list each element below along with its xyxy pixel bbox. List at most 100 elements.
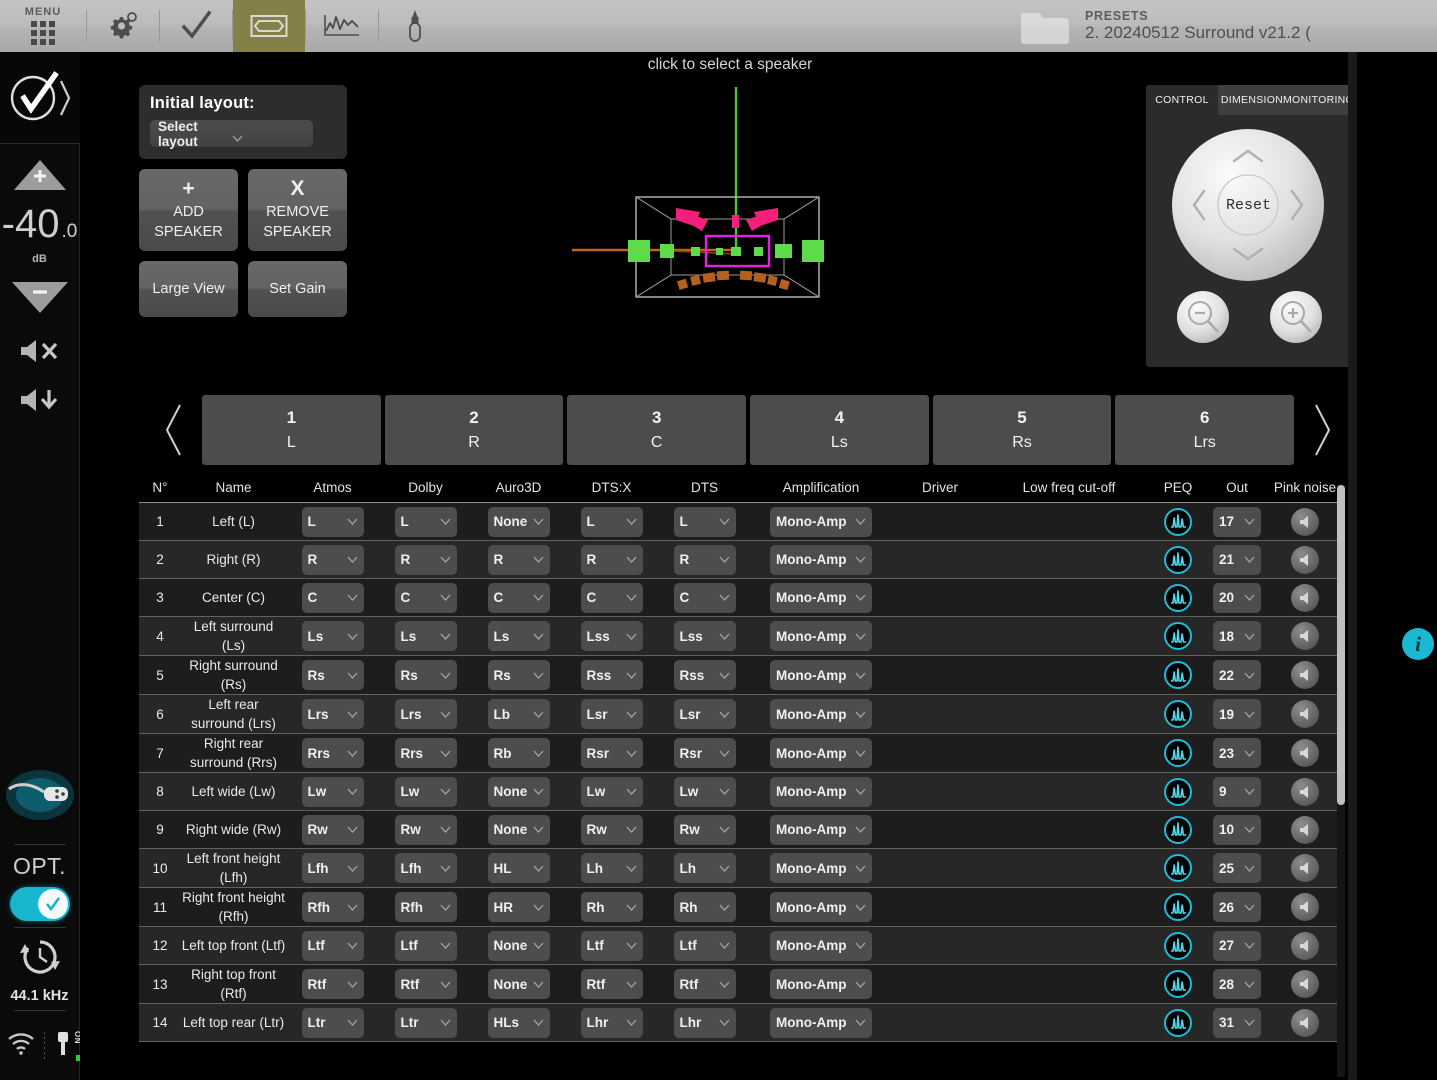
pink-noise-button[interactable] xyxy=(1291,932,1319,960)
amplification-dropdown[interactable]: Mono-Amp xyxy=(770,853,872,883)
layout-select[interactable]: Select layout xyxy=(150,120,313,147)
atmos-dropdown[interactable]: Lrs xyxy=(302,699,364,729)
dtsx-dropdown[interactable]: Lh xyxy=(581,853,643,883)
volume-down-button[interactable] xyxy=(10,279,70,320)
set-gain-button[interactable]: Set Gain xyxy=(248,261,347,317)
tab-settings[interactable] xyxy=(87,0,159,52)
peq-button[interactable] xyxy=(1164,970,1192,998)
auro3d-dropdown[interactable]: HR xyxy=(488,892,550,922)
peq-button[interactable] xyxy=(1164,1009,1192,1037)
dolby-dropdown[interactable]: Rtf xyxy=(395,969,457,999)
out-dropdown[interactable]: 17 xyxy=(1213,507,1261,537)
dtsx-dropdown[interactable]: Lhr xyxy=(581,1008,643,1038)
atmos-dropdown[interactable]: Ls xyxy=(302,621,364,651)
pink-noise-button[interactable] xyxy=(1291,854,1319,882)
dtsx-dropdown[interactable]: L xyxy=(581,507,643,537)
menu-button[interactable]: MENU xyxy=(0,0,86,52)
channel-tab-6[interactable]: 6 Lrs xyxy=(1115,395,1294,465)
dolby-dropdown[interactable]: Lfh xyxy=(395,853,457,883)
auro3d-dropdown[interactable]: None xyxy=(488,507,550,537)
peq-button[interactable] xyxy=(1164,854,1192,882)
dolby-dropdown[interactable]: L xyxy=(395,507,457,537)
zoom-out-button[interactable] xyxy=(1176,290,1230,344)
tab-room[interactable] xyxy=(233,0,305,52)
pink-noise-button[interactable] xyxy=(1291,508,1319,536)
auro3d-dropdown[interactable]: C xyxy=(488,583,550,613)
dolby-dropdown[interactable]: Rs xyxy=(395,660,457,690)
out-dropdown[interactable]: 21 xyxy=(1213,545,1261,575)
pink-noise-button[interactable] xyxy=(1291,622,1319,650)
peq-button[interactable] xyxy=(1164,932,1192,960)
volume-up-button[interactable] xyxy=(12,158,68,197)
dolby-dropdown[interactable]: Rrs xyxy=(395,738,457,768)
dts-dropdown[interactable]: Lw xyxy=(674,777,736,807)
amplification-dropdown[interactable]: Mono-Amp xyxy=(770,738,872,768)
atmos-dropdown[interactable]: Rtf xyxy=(302,969,364,999)
amplification-dropdown[interactable]: Mono-Amp xyxy=(770,507,872,537)
dolby-dropdown[interactable]: R xyxy=(395,545,457,575)
auro3d-dropdown[interactable]: Rb xyxy=(488,738,550,768)
atmos-dropdown[interactable]: Ltr xyxy=(302,1008,364,1038)
dtsx-dropdown[interactable]: C xyxy=(581,583,643,613)
channel-tab-5[interactable]: 5 Rs xyxy=(933,395,1112,465)
dtsx-dropdown[interactable]: Rtf xyxy=(581,969,643,999)
peq-button[interactable] xyxy=(1164,816,1192,844)
pink-noise-button[interactable] xyxy=(1291,739,1319,767)
dts-dropdown[interactable]: Rh xyxy=(674,892,736,922)
tab-monitoring[interactable]: MONITORING xyxy=(1286,85,1351,115)
peq-button[interactable] xyxy=(1164,700,1192,728)
out-dropdown[interactable]: 19 xyxy=(1213,699,1261,729)
info-button[interactable]: i xyxy=(1402,628,1434,660)
auro3d-dropdown[interactable]: Lb xyxy=(488,699,550,729)
peq-button[interactable] xyxy=(1164,508,1192,536)
atmos-dropdown[interactable]: C xyxy=(302,583,364,613)
amplification-dropdown[interactable]: Mono-Amp xyxy=(770,969,872,999)
amplification-dropdown[interactable]: Mono-Amp xyxy=(770,1008,872,1038)
prev-channels-button[interactable] xyxy=(148,394,200,466)
auro3d-dropdown[interactable]: HL xyxy=(488,853,550,883)
dts-dropdown[interactable]: C xyxy=(674,583,736,613)
out-dropdown[interactable]: 25 xyxy=(1213,853,1261,883)
atmos-dropdown[interactable]: Lw xyxy=(302,777,364,807)
pink-noise-button[interactable] xyxy=(1291,584,1319,612)
pink-noise-button[interactable] xyxy=(1291,778,1319,806)
next-channels-button[interactable] xyxy=(1296,394,1348,466)
out-dropdown[interactable]: 20 xyxy=(1213,583,1261,613)
channel-tab-2[interactable]: 2 R xyxy=(385,395,564,465)
auro3d-dropdown[interactable]: None xyxy=(488,931,550,961)
xlr-input-icon[interactable] xyxy=(3,758,77,832)
out-dropdown[interactable]: 27 xyxy=(1213,931,1261,961)
dolby-dropdown[interactable]: Rw xyxy=(395,815,457,845)
out-dropdown[interactable]: 23 xyxy=(1213,738,1261,768)
pink-noise-button[interactable] xyxy=(1291,970,1319,998)
out-dropdown[interactable]: 31 xyxy=(1213,1008,1261,1038)
dts-dropdown[interactable]: Rsr xyxy=(674,738,736,768)
dtsx-dropdown[interactable]: Lsr xyxy=(581,699,643,729)
peq-button[interactable] xyxy=(1164,661,1192,689)
peq-button[interactable] xyxy=(1164,893,1192,921)
dts-dropdown[interactable]: R xyxy=(674,545,736,575)
atmos-dropdown[interactable]: Ltf xyxy=(302,931,364,961)
auro3d-dropdown[interactable]: HLs xyxy=(488,1008,550,1038)
dolby-dropdown[interactable]: Lrs xyxy=(395,699,457,729)
auro3d-dropdown[interactable]: None xyxy=(488,969,550,999)
tab-check[interactable] xyxy=(160,0,232,52)
auro3d-dropdown[interactable]: Ls xyxy=(488,621,550,651)
atmos-dropdown[interactable]: Rs xyxy=(302,660,364,690)
atmos-dropdown[interactable]: L xyxy=(302,507,364,537)
auro3d-dropdown[interactable]: Rs xyxy=(488,660,550,690)
peq-button[interactable] xyxy=(1164,778,1192,806)
out-dropdown[interactable]: 10 xyxy=(1213,815,1261,845)
amplification-dropdown[interactable]: Mono-Amp xyxy=(770,931,872,961)
dts-dropdown[interactable]: Lss xyxy=(674,621,736,651)
dolby-dropdown[interactable]: Lw xyxy=(395,777,457,807)
large-view-button[interactable]: Large View xyxy=(139,261,238,317)
speaker-room-view[interactable] xyxy=(570,77,900,307)
amplification-dropdown[interactable]: Mono-Amp xyxy=(770,815,872,845)
channel-tab-4[interactable]: 4 Ls xyxy=(750,395,929,465)
presets-button[interactable]: PRESETS 2. 20240512 Surround v21.2 ( xyxy=(1007,0,1437,52)
dolby-dropdown[interactable]: C xyxy=(395,583,457,613)
atmos-dropdown[interactable]: Rw xyxy=(302,815,364,845)
amplification-dropdown[interactable]: Mono-Amp xyxy=(770,545,872,575)
dtsx-dropdown[interactable]: Rh xyxy=(581,892,643,922)
